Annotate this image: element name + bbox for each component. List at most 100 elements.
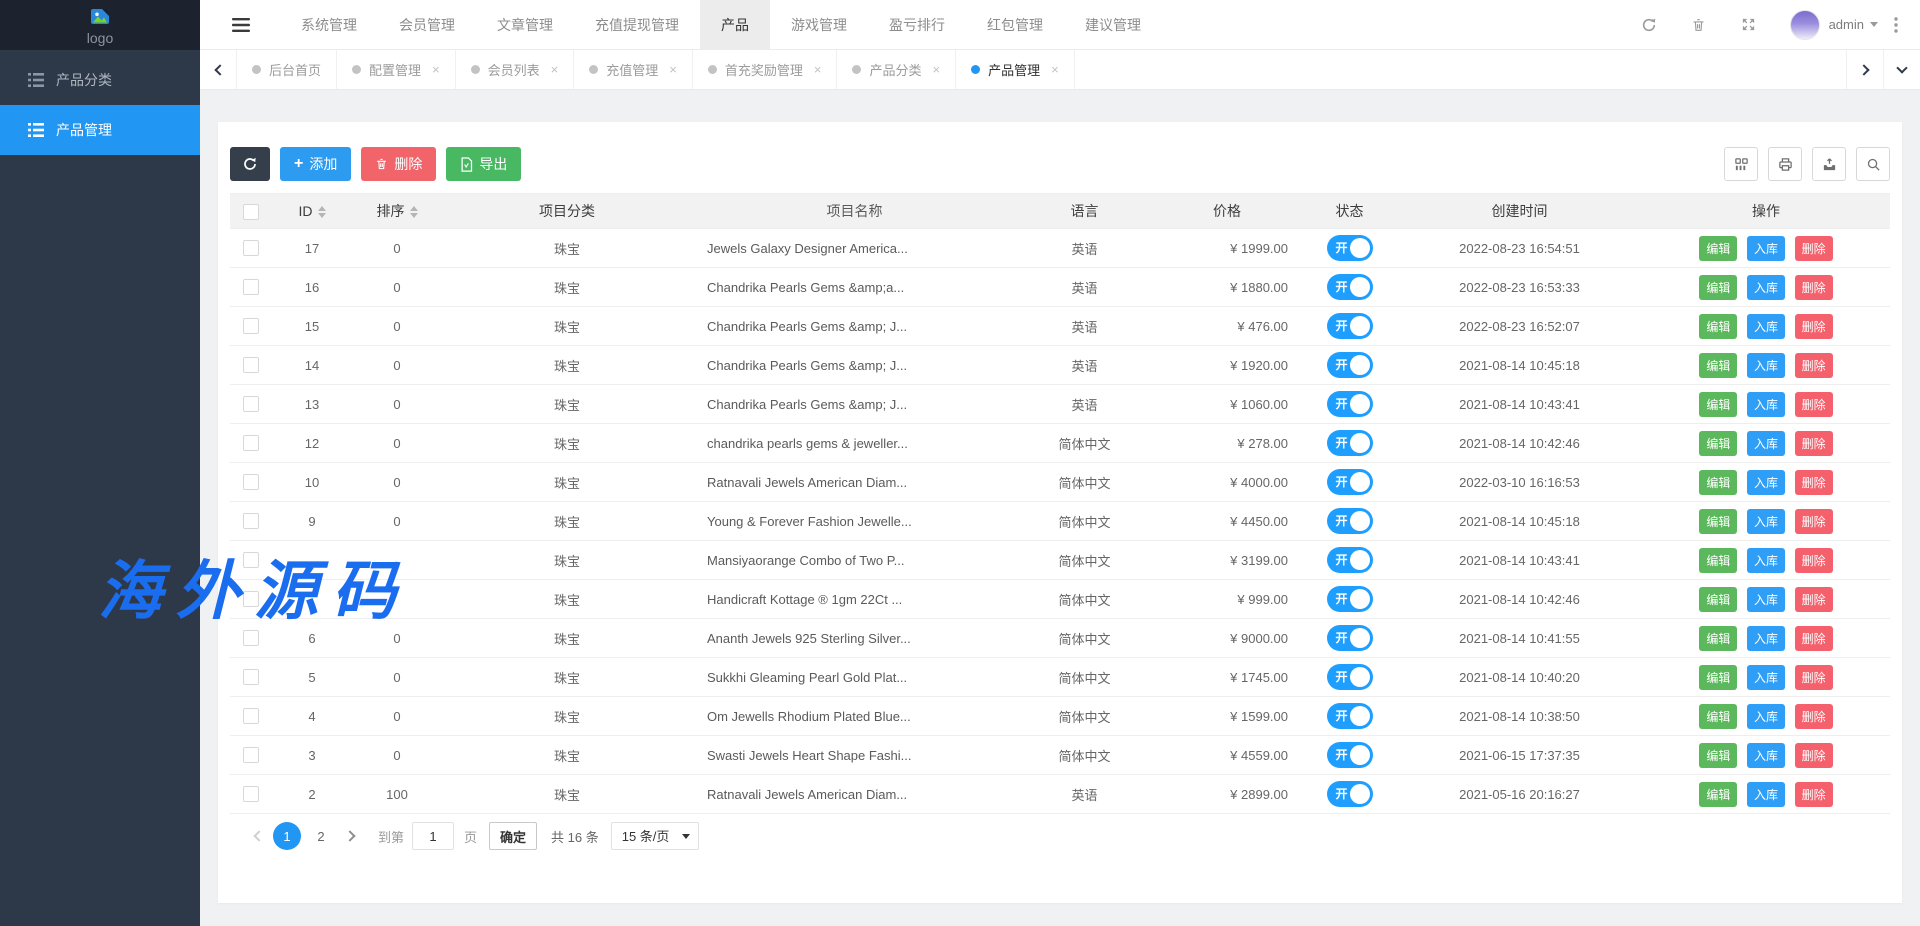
row-checkbox[interactable]	[243, 591, 259, 607]
stock-in-button[interactable]: 入库	[1747, 509, 1785, 534]
tabs-scroll-left-icon[interactable]	[200, 50, 237, 89]
tab-close-icon[interactable]: ×	[932, 62, 940, 77]
page-2-button[interactable]: 2	[307, 822, 335, 850]
status-toggle[interactable]: 开	[1327, 391, 1373, 417]
status-toggle[interactable]: 开	[1327, 469, 1373, 495]
status-toggle[interactable]: 开	[1327, 781, 1373, 807]
edit-button[interactable]: 编辑	[1699, 548, 1737, 573]
row-checkbox[interactable]	[243, 240, 259, 256]
nav-item-redpacket[interactable]: 红包管理	[966, 0, 1064, 49]
sidebar-item-product-manage[interactable]: 产品管理	[0, 105, 200, 155]
nav-item-suggest[interactable]: 建议管理	[1064, 0, 1162, 49]
row-delete-button[interactable]: 删除	[1795, 509, 1833, 534]
row-delete-button[interactable]: 删除	[1795, 353, 1833, 378]
edit-button[interactable]: 编辑	[1699, 275, 1737, 300]
stock-in-button[interactable]: 入库	[1747, 275, 1785, 300]
stock-in-button[interactable]: 入库	[1747, 353, 1785, 378]
tab-home[interactable]: 后台首页	[237, 50, 337, 89]
row-checkbox[interactable]	[243, 708, 259, 724]
status-toggle[interactable]: 开	[1327, 742, 1373, 768]
tab-product-manage[interactable]: 产品管理 ×	[956, 50, 1075, 89]
row-checkbox[interactable]	[243, 747, 259, 763]
next-page-icon[interactable]	[338, 822, 364, 850]
row-delete-button[interactable]: 删除	[1795, 470, 1833, 495]
prev-page-icon[interactable]	[244, 822, 270, 850]
avatar[interactable]	[1790, 10, 1820, 40]
trash-icon[interactable]	[1682, 0, 1716, 50]
row-delete-button[interactable]: 删除	[1795, 782, 1833, 807]
edit-button[interactable]: 编辑	[1699, 626, 1737, 651]
row-checkbox[interactable]	[243, 669, 259, 685]
sidebar-collapse-icon[interactable]	[230, 0, 252, 50]
row-delete-button[interactable]: 删除	[1795, 392, 1833, 417]
stock-in-button[interactable]: 入库	[1747, 665, 1785, 690]
row-delete-button[interactable]: 删除	[1795, 587, 1833, 612]
edit-button[interactable]: 编辑	[1699, 431, 1737, 456]
stock-in-button[interactable]: 入库	[1747, 392, 1785, 417]
row-checkbox[interactable]	[243, 318, 259, 334]
sort-icon[interactable]	[410, 206, 418, 218]
row-delete-button[interactable]: 删除	[1795, 314, 1833, 339]
nav-item-game[interactable]: 游戏管理	[770, 0, 868, 49]
row-checkbox[interactable]	[243, 357, 259, 373]
export-data-icon[interactable]	[1812, 147, 1846, 181]
row-delete-button[interactable]: 删除	[1795, 275, 1833, 300]
edit-button[interactable]: 编辑	[1699, 236, 1737, 261]
edit-button[interactable]: 编辑	[1699, 665, 1737, 690]
search-icon[interactable]	[1856, 147, 1890, 181]
tabs-scroll-right-icon[interactable]	[1846, 50, 1883, 89]
confirm-button[interactable]: 确定	[489, 822, 537, 850]
stock-in-button[interactable]: 入库	[1747, 236, 1785, 261]
row-checkbox[interactable]	[243, 474, 259, 490]
stock-in-button[interactable]: 入库	[1747, 704, 1785, 729]
tab-first-charge-reward[interactable]: 首充奖励管理 ×	[693, 50, 838, 89]
row-checkbox[interactable]	[243, 630, 259, 646]
row-checkbox[interactable]	[243, 786, 259, 802]
page-size-select[interactable]: 15 条/页	[611, 822, 699, 850]
print-icon[interactable]	[1768, 147, 1802, 181]
row-delete-button[interactable]: 删除	[1795, 236, 1833, 261]
fullscreen-icon[interactable]	[1732, 0, 1766, 50]
stock-in-button[interactable]: 入库	[1747, 782, 1785, 807]
row-checkbox[interactable]	[243, 279, 259, 295]
nav-item-recharge[interactable]: 充值提现管理	[574, 0, 700, 49]
nav-item-member[interactable]: 会员管理	[378, 0, 476, 49]
row-checkbox[interactable]	[243, 552, 259, 568]
status-toggle[interactable]: 开	[1327, 352, 1373, 378]
row-checkbox[interactable]	[243, 396, 259, 412]
status-toggle[interactable]: 开	[1327, 547, 1373, 573]
row-delete-button[interactable]: 删除	[1795, 704, 1833, 729]
nav-item-article[interactable]: 文章管理	[476, 0, 574, 49]
tab-close-icon[interactable]: ×	[814, 62, 822, 77]
columns-filter-icon[interactable]	[1724, 147, 1758, 181]
status-toggle[interactable]: 开	[1327, 508, 1373, 534]
stock-in-button[interactable]: 入库	[1747, 587, 1785, 612]
status-toggle[interactable]: 开	[1327, 313, 1373, 339]
edit-button[interactable]: 编辑	[1699, 353, 1737, 378]
edit-button[interactable]: 编辑	[1699, 392, 1737, 417]
page-1-button[interactable]: 1	[273, 822, 301, 850]
row-delete-button[interactable]: 删除	[1795, 431, 1833, 456]
stock-in-button[interactable]: 入库	[1747, 314, 1785, 339]
row-checkbox[interactable]	[243, 513, 259, 529]
row-delete-button[interactable]: 删除	[1795, 626, 1833, 651]
export-button[interactable]: 导出	[446, 147, 521, 181]
edit-button[interactable]: 编辑	[1699, 314, 1737, 339]
tab-product-category[interactable]: 产品分类 ×	[837, 50, 956, 89]
nav-item-system[interactable]: 系统管理	[280, 0, 378, 49]
edit-button[interactable]: 编辑	[1699, 743, 1737, 768]
row-delete-button[interactable]: 删除	[1795, 665, 1833, 690]
goto-page-input[interactable]	[412, 822, 454, 850]
nav-item-product[interactable]: 产品	[700, 0, 770, 49]
tab-member-list[interactable]: 会员列表 ×	[456, 50, 575, 89]
edit-button[interactable]: 编辑	[1699, 704, 1737, 729]
edit-button[interactable]: 编辑	[1699, 509, 1737, 534]
row-delete-button[interactable]: 删除	[1795, 548, 1833, 573]
tab-recharge[interactable]: 充值管理 ×	[574, 50, 693, 89]
status-toggle[interactable]: 开	[1327, 703, 1373, 729]
status-toggle[interactable]: 开	[1327, 625, 1373, 651]
edit-button[interactable]: 编辑	[1699, 587, 1737, 612]
tab-config[interactable]: 配置管理 ×	[337, 50, 456, 89]
row-delete-button[interactable]: 删除	[1795, 743, 1833, 768]
stock-in-button[interactable]: 入库	[1747, 743, 1785, 768]
